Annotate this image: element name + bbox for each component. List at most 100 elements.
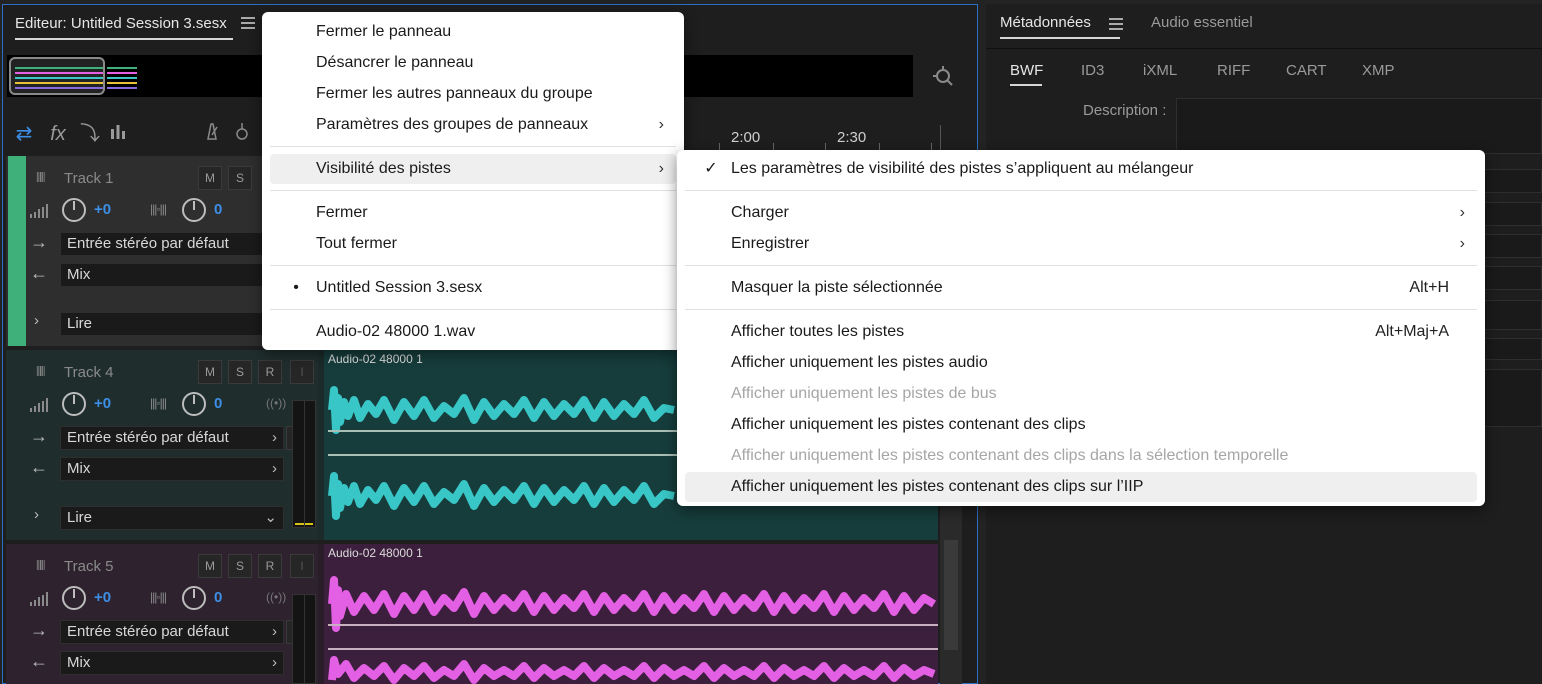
solo-button[interactable]: S — [228, 554, 252, 578]
pan-value[interactable]: 0 — [214, 589, 222, 606]
record-button[interactable]: R — [258, 554, 282, 578]
pan-knob[interactable] — [182, 392, 206, 416]
menu-item-show-audio-tracks[interactable]: Afficher uniquement les pistes audio — [685, 348, 1477, 378]
vertical-scrollbar[interactable] — [940, 500, 962, 684]
mute-button[interactable]: M — [198, 166, 222, 190]
expand-chevron-icon[interactable]: › — [34, 312, 39, 329]
zoom-to-fit-icon[interactable] — [931, 65, 955, 89]
drag-handle-icon[interactable]: ⦀⦀ — [36, 558, 46, 574]
track-name[interactable]: Track 5 — [64, 558, 113, 575]
automation-mode-value: Lire — [67, 315, 93, 332]
sends-icon[interactable]: ⤵ — [77, 121, 103, 147]
subtab-xmp[interactable]: XMP — [1362, 62, 1395, 79]
expand-chevron-icon[interactable]: › — [34, 506, 39, 523]
volume-value[interactable]: +0 — [94, 201, 111, 218]
solo-button[interactable]: S — [228, 166, 252, 190]
volume-knob[interactable] — [62, 392, 86, 416]
menu-item-label: Visibilité des pistes — [316, 160, 451, 177]
menu-item-track-visibility[interactable]: Visibilité des pistes › — [270, 154, 676, 184]
pan-value[interactable]: 0 — [214, 395, 222, 412]
menu-item-close-other-panels[interactable]: Fermer les autres panneaux du groupe — [270, 79, 676, 109]
input-monitor-button[interactable]: I — [290, 554, 314, 578]
menu-item-apply-to-mixer[interactable]: ✓ Les paramètres de visibilité des pistes… — [685, 154, 1477, 184]
menu-item-show-all-tracks[interactable]: Afficher toutes les pistes Alt+Maj+A — [685, 317, 1477, 347]
subtab-id3[interactable]: ID3 — [1081, 62, 1104, 79]
volume-value[interactable]: +0 — [94, 589, 111, 606]
menu-item-close-panel[interactable]: Fermer le panneau — [270, 17, 676, 47]
level-meter — [292, 400, 316, 528]
input-select[interactable]: Entrée stéréo par défaut› — [60, 426, 284, 450]
record-button[interactable]: R — [258, 360, 282, 384]
menu-item-audio-file[interactable]: Audio-02 48000 1.wav — [270, 317, 676, 347]
subtab-cart[interactable]: CART — [1286, 62, 1327, 79]
eq-bars-icon[interactable] — [105, 121, 131, 147]
menu-item-label: Afficher uniquement les pistes contenant… — [731, 478, 1144, 495]
automation-mode-select[interactable]: Lire ⌄ — [60, 506, 284, 530]
chevron-right-icon: › — [658, 160, 664, 177]
menu-item-close[interactable]: Fermer — [270, 198, 676, 228]
panel-context-menu: Fermer le panneau Désancrer le panneau F… — [262, 12, 684, 350]
panel-menu-icon[interactable] — [1109, 18, 1123, 30]
menu-item-undock-panel[interactable]: Désancrer le panneau — [270, 48, 676, 78]
timeline-ruler[interactable]: 2:00 2:30 — [679, 125, 941, 151]
volume-knob[interactable] — [62, 586, 86, 610]
input-monitor-button[interactable]: I — [290, 360, 314, 384]
menu-item-close-all[interactable]: Tout fermer — [270, 229, 676, 259]
tab-metadata[interactable]: Métadonnées — [1000, 14, 1091, 31]
automation-mode-select[interactable]: Lire — [60, 312, 284, 336]
input-select[interactable]: Entrée stéréo par défaut› — [60, 232, 284, 256]
menu-item-hide-selected-track[interactable]: Masquer la piste sélectionnée Alt+H — [685, 273, 1477, 303]
output-arrow-icon: ← — [30, 263, 48, 283]
menu-item-show-tracks-with-clips[interactable]: Afficher uniquement les pistes contenant… — [685, 410, 1477, 440]
subtab-bwf[interactable]: BWF — [1010, 62, 1043, 79]
effects-fx-icon[interactable]: fx — [45, 121, 71, 147]
panel-menu-icon[interactable] — [241, 17, 255, 29]
pan-value[interactable]: 0 — [214, 201, 222, 218]
output-select[interactable]: Mix › — [60, 457, 284, 481]
pan-knob[interactable] — [182, 586, 206, 610]
drag-handle-icon[interactable]: ⦀⦀ — [36, 170, 46, 186]
menu-item-panel-group-settings[interactable]: Paramètres des groupes de panneaux › — [270, 110, 676, 140]
stereo-broadcast-icon[interactable]: ((•)) — [266, 396, 286, 410]
editor-tab-title[interactable]: Editeur: Untitled Session 3.sesx — [15, 15, 227, 32]
audio-clip[interactable]: Audio-02 48000 1 — [324, 544, 938, 684]
overview-viewport-handle[interactable] — [9, 57, 105, 95]
input-select-value: Entrée stéréo par défaut — [67, 429, 229, 446]
input-select[interactable]: Entrée stéréo par défaut› — [60, 620, 284, 644]
menu-item-show-bus-tracks: Afficher uniquement les pistes de bus — [685, 379, 1477, 409]
scrollbar-thumb[interactable] — [944, 540, 958, 650]
mute-button[interactable]: M — [198, 554, 222, 578]
description-field[interactable] — [1176, 98, 1542, 154]
output-select-value: Mix — [67, 460, 91, 477]
output-select[interactable]: Mix — [60, 263, 284, 287]
menu-item-show-tracks-with-clips-at-cti[interactable]: Afficher uniquement les pistes contenant… — [685, 472, 1477, 502]
metronome-icon[interactable] — [199, 121, 225, 147]
menu-item-save[interactable]: Enregistrer › — [685, 229, 1477, 259]
menu-item-load[interactable]: Charger › — [685, 198, 1477, 228]
track-name[interactable]: Track 1 — [64, 170, 113, 187]
track-name[interactable]: Track 4 — [64, 364, 113, 381]
drag-handle-icon[interactable]: ⦀⦀ — [36, 364, 46, 380]
output-select-value: Mix — [67, 654, 91, 671]
subtab-riff[interactable]: RIFF — [1217, 62, 1250, 79]
menu-item-session-file[interactable]: • Untitled Session 3.sesx — [270, 273, 676, 303]
record-arm-icon[interactable] — [229, 121, 255, 147]
output-select[interactable]: Mix › — [60, 651, 284, 675]
mute-button[interactable]: M — [198, 360, 222, 384]
pan-icon: |||◦||| — [150, 396, 167, 410]
menu-item-label: Afficher toutes les pistes — [731, 323, 905, 340]
menu-item-label: Untitled Session 3.sesx — [316, 279, 483, 296]
volume-knob[interactable] — [62, 198, 86, 222]
stereo-broadcast-icon[interactable]: ((•)) — [266, 590, 286, 604]
menu-item-label: Paramètres des groupes de panneaux — [316, 116, 589, 133]
inputs-outputs-icon[interactable]: ⇄ — [11, 121, 37, 147]
subtab-ixml[interactable]: iXML — [1143, 62, 1177, 79]
tab-essential-audio[interactable]: Audio essentiel — [1151, 14, 1253, 31]
menu-item-label: Les paramètres de visibilité des pistes … — [731, 160, 1194, 177]
pan-knob[interactable] — [182, 198, 206, 222]
input-select-value: Entrée stéréo par défaut — [67, 235, 229, 252]
solo-button[interactable]: S — [228, 360, 252, 384]
track-5[interactable]: ⦀⦀ Track 5 M S R I +0 |||◦||| 0 ((•)) → … — [6, 544, 938, 684]
active-subtab-underline — [1010, 84, 1042, 86]
volume-value[interactable]: +0 — [94, 395, 111, 412]
